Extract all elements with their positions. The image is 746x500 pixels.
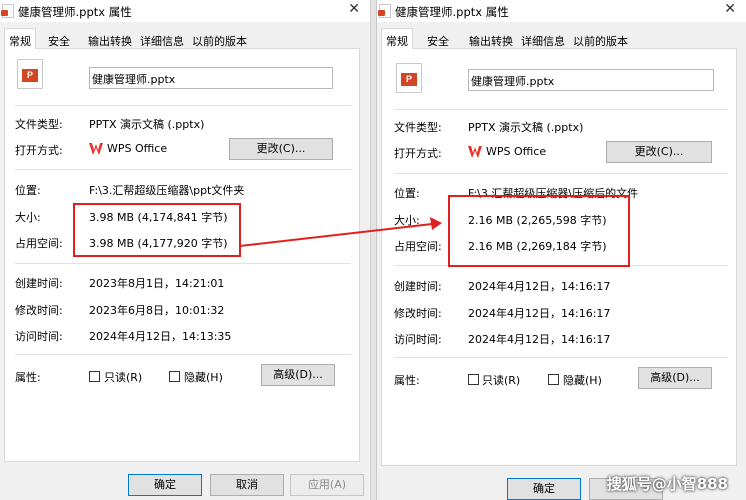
ok-button[interactable]: 确定 [128,474,202,496]
general-panel: P 健康管理师.pptx 文件类型: PPTX 演示文稿 (.pptx) 打开方… [4,48,360,462]
pptx-large-icon: P [17,59,43,89]
properties-dialog-right: 健康管理师.pptx 属性 ✕ 常规 安全 输出转换 详细信息 以前的版本 P … [376,0,746,500]
tab-output-conversion[interactable]: 输出转换 [84,30,136,48]
file-type-label: 文件类型: [15,118,63,131]
file-name-input[interactable]: 健康管理师.pptx [89,67,333,89]
attributes-label: 属性: [394,374,420,387]
modified-label: 修改时间: [394,307,442,320]
accessed-value: 2024年4月12日，14:16:17 [468,333,611,346]
title-bar: 健康管理师.pptx 属性 ✕ [377,0,746,22]
close-icon[interactable]: ✕ [348,1,360,17]
divider [394,357,728,358]
accessed-label: 访问时间: [15,330,63,343]
hidden-label: 隐藏(H) [563,374,602,387]
cancel-button[interactable]: 取消 [210,474,284,496]
divider [394,173,728,174]
advanced-button[interactable]: 高级(D)... [261,364,335,386]
window-title: 健康管理师.pptx 属性 [395,5,509,19]
created-label: 创建时间: [394,280,442,293]
created-label: 创建时间: [15,277,63,290]
general-panel: P 健康管理师.pptx 文件类型: PPTX 演示文稿 (.pptx) 打开方… [381,48,737,466]
hidden-checkbox[interactable] [169,371,180,382]
divider [15,354,351,355]
size-label: 大小: [394,214,420,227]
file-name-input[interactable]: 健康管理师.pptx [468,69,714,91]
tab-details[interactable]: 详细信息 [517,30,569,48]
attributes-label: 属性: [15,371,41,384]
tab-previous-versions[interactable]: 以前的版本 [569,30,632,48]
tab-output-conversion[interactable]: 输出转换 [465,30,517,48]
file-type-label: 文件类型: [394,121,442,134]
location-label: 位置: [394,187,420,200]
hidden-checkbox[interactable] [548,374,559,385]
readonly-label: 只读(R) [482,374,521,387]
tab-general[interactable]: 常规 [4,28,36,49]
modified-value: 2023年6月8日，10:01:32 [89,304,225,317]
highlight-box [73,203,241,257]
open-with-label: 打开方式: [394,147,442,160]
modified-label: 修改时间: [15,304,63,317]
watermark: 搜狐号@小智888 [606,475,728,493]
size-on-disk-label: 占用空间: [394,240,442,253]
highlight-box [448,195,630,267]
hidden-label: 隐藏(H) [184,371,223,384]
change-button[interactable]: 更改(C)... [229,138,333,160]
pptx-file-icon [378,4,391,18]
tab-general[interactable]: 常规 [381,28,413,49]
open-with-value: WPS Office [486,145,547,158]
readonly-label: 只读(R) [104,371,143,384]
size-label: 大小: [15,211,41,224]
title-bar: 健康管理师.pptx 属性 ✕ [0,0,370,22]
file-type-value: PPTX 演示文稿 (.pptx) [468,121,584,134]
ok-button[interactable]: 确定 [507,478,581,500]
tab-previous-versions[interactable]: 以前的版本 [188,30,251,48]
accessed-value: 2024年4月12日，14:13:35 [89,330,232,343]
properties-dialog-left: 健康管理师.pptx 属性 ✕ 常规 安全 输出转换 详细信息 以前的版本 P … [0,0,370,500]
divider [394,109,728,110]
readonly-checkbox[interactable] [468,374,479,385]
created-value: 2023年8月1日，14:21:01 [89,277,225,290]
window-title: 健康管理师.pptx 属性 [18,5,132,19]
advanced-button[interactable]: 高级(D)... [638,367,712,389]
divider [15,105,351,106]
file-type-value: PPTX 演示文稿 (.pptx) [89,118,205,131]
created-value: 2024年4月12日，14:16:17 [468,280,611,293]
location-value: F:\3.汇帮超级压缩器\ppt文件夹 [89,184,245,197]
apply-button[interactable]: 应用(A) [290,474,364,496]
tab-strip: 常规 安全 输出转换 详细信息 以前的版本 [377,28,746,49]
close-icon[interactable]: ✕ [724,1,736,17]
tab-details[interactable]: 详细信息 [136,30,188,48]
divider [15,169,351,170]
accessed-label: 访问时间: [394,333,442,346]
tab-security[interactable]: 安全 [423,30,453,48]
readonly-checkbox[interactable] [89,371,100,382]
size-on-disk-label: 占用空间: [15,237,63,250]
tab-security[interactable]: 安全 [44,30,74,48]
divider [15,263,351,264]
open-with-label: 打开方式: [15,144,63,157]
change-button[interactable]: 更改(C)... [606,141,712,163]
wps-icon [89,143,103,155]
open-with-value: WPS Office [107,142,168,155]
modified-value: 2024年4月12日，14:16:17 [468,307,611,320]
tab-strip: 常规 安全 输出转换 详细信息 以前的版本 [0,28,370,49]
pptx-large-icon: P [396,63,422,93]
location-label: 位置: [15,184,41,197]
wps-icon [468,146,482,158]
pptx-file-icon [1,4,14,18]
